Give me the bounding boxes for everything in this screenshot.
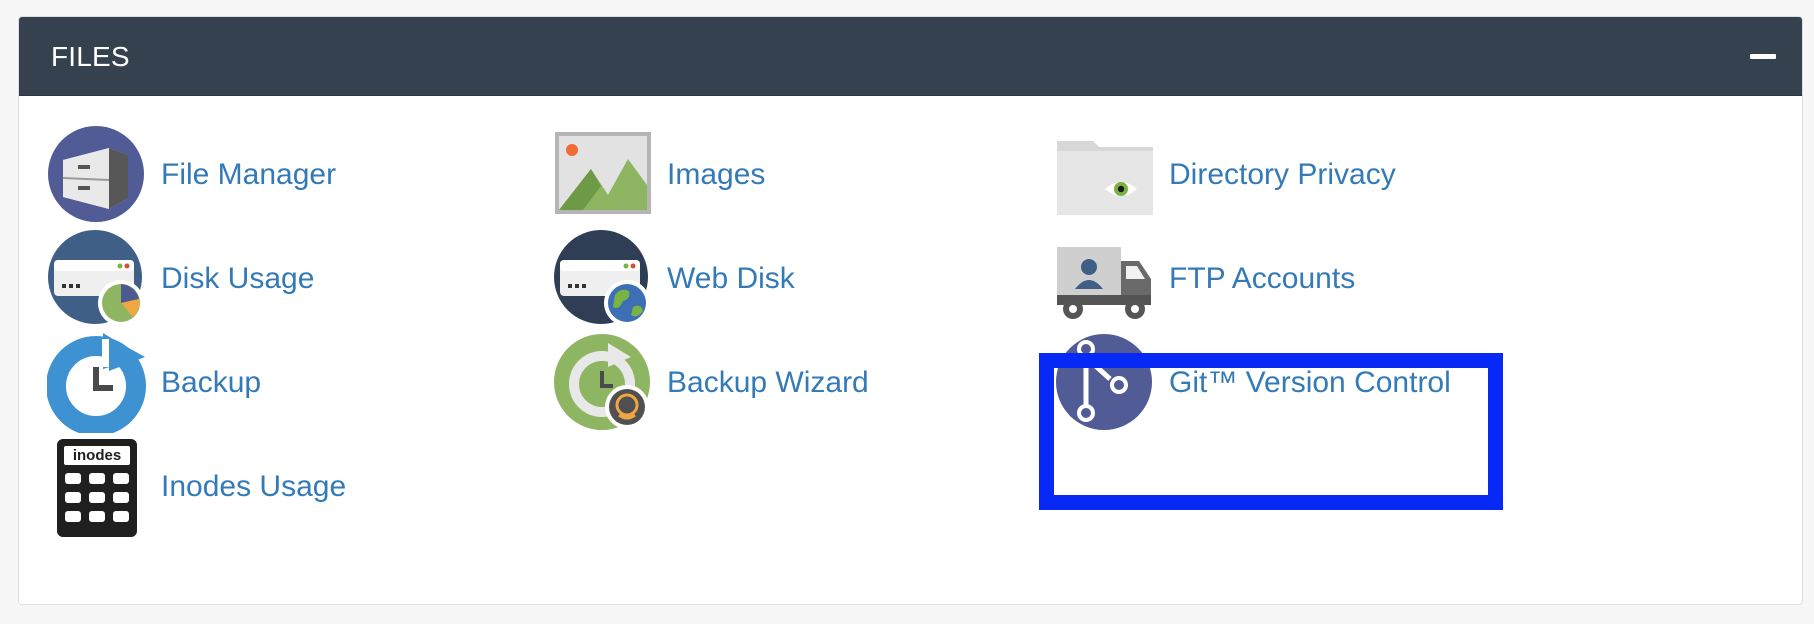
tool-backup[interactable]: Backup: [47, 333, 467, 433]
tool-label: File Manager: [161, 158, 337, 191]
tool-images[interactable]: Images: [553, 125, 973, 225]
disk-usage-icon: [47, 229, 147, 329]
directory-privacy-icon: [1055, 125, 1155, 225]
minus-icon: [1750, 54, 1776, 59]
backup-wizard-icon: [553, 333, 653, 433]
tool-label: FTP Accounts: [1169, 262, 1356, 295]
files-panel: FILES File Manager Images Directory Priv…: [18, 16, 1803, 605]
tool-backup-wizard[interactable]: Backup Wizard: [553, 333, 973, 433]
file-manager-icon: [47, 125, 147, 225]
tool-label: Backup Wizard: [667, 366, 869, 399]
tool-label: Inodes Usage: [161, 470, 347, 503]
inodes-usage-icon: inodes: [47, 437, 147, 537]
panel-title: FILES: [51, 41, 130, 72]
files-panel-header[interactable]: FILES: [19, 17, 1802, 96]
tool-label: Git™ Version Control: [1169, 366, 1451, 399]
tool-disk-usage[interactable]: Disk Usage: [47, 229, 467, 329]
ftp-accounts-icon: [1055, 229, 1155, 329]
collapse-button[interactable]: [1742, 41, 1784, 73]
tool-file-manager[interactable]: File Manager: [47, 125, 467, 225]
inodes-icon-text: inodes: [73, 447, 121, 464]
tool-inodes-usage[interactable]: inodes Inodes Usage: [47, 437, 467, 537]
tool-label: Backup: [161, 366, 262, 399]
backup-icon: [47, 333, 147, 433]
tool-web-disk[interactable]: Web Disk: [553, 229, 973, 329]
tool-git-version-control[interactable]: Git™ Version Control: [1055, 333, 1475, 433]
tool-label: Directory Privacy: [1169, 158, 1396, 191]
git-branch-icon: [1055, 333, 1155, 433]
images-icon: [553, 125, 653, 225]
tool-label: Web Disk: [667, 262, 795, 295]
web-disk-icon: [553, 229, 653, 329]
tool-ftp-accounts[interactable]: FTP Accounts: [1055, 229, 1475, 329]
tool-directory-privacy[interactable]: Directory Privacy: [1055, 125, 1475, 225]
tool-label: Disk Usage: [161, 262, 315, 295]
tool-label: Images: [667, 158, 766, 191]
